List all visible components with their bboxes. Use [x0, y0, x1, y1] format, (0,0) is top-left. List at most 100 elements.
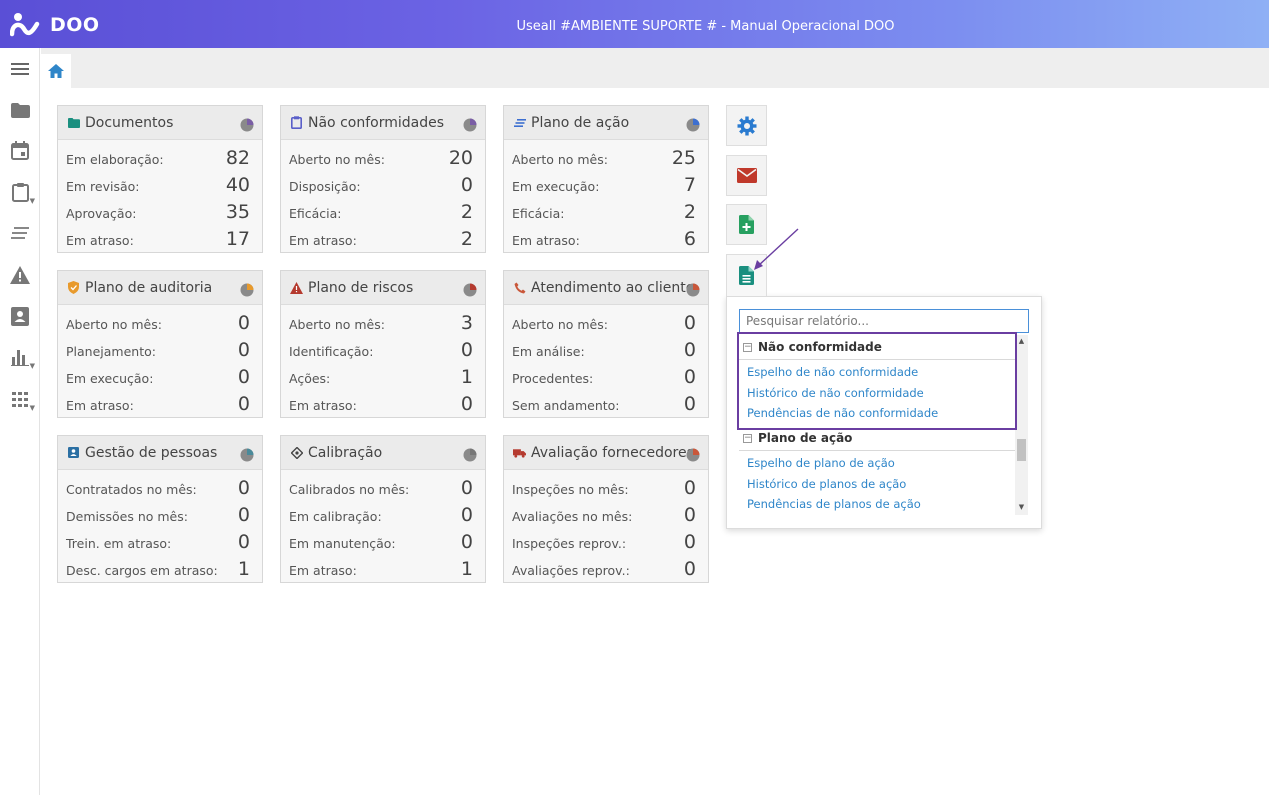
card-row[interactable]: Em análise: 0	[504, 337, 708, 364]
report-item[interactable]: Pendências de planos de ação	[739, 494, 1015, 515]
card-row[interactable]: Em atraso: 0	[281, 391, 485, 418]
warning-icon[interactable]	[0, 260, 40, 290]
row-value[interactable]: 7	[684, 174, 696, 196]
row-value[interactable]: 0	[684, 531, 696, 553]
pie-chart-icon[interactable]	[463, 282, 477, 301]
card-row[interactable]: Ações: 1	[281, 364, 485, 391]
row-value[interactable]: 25	[672, 147, 696, 169]
pie-chart-icon[interactable]	[240, 117, 254, 136]
dashboard-card[interactable]: Avaliação fornecedores Inspeções no mês:…	[503, 435, 709, 583]
pie-chart-icon[interactable]	[240, 447, 254, 466]
pie-chart-icon[interactable]	[463, 117, 477, 136]
card-row[interactable]: Procedentes: 0	[504, 364, 708, 391]
row-value[interactable]: 0	[238, 366, 250, 388]
card-row[interactable]: Desc. cargos em atraso: 1	[58, 556, 262, 583]
row-value[interactable]: 0	[461, 531, 473, 553]
pie-chart-icon[interactable]	[463, 447, 477, 466]
card-row[interactable]: Aberto no mês: 3	[281, 310, 485, 337]
row-value[interactable]: 40	[226, 174, 250, 196]
dashboard-card[interactable]: Gestão de pessoas Contratados no mês: 0 …	[57, 435, 263, 583]
card-row[interactable]: Inspeções no mês: 0	[504, 475, 708, 502]
card-row[interactable]: Em elaboração: 82	[58, 145, 262, 172]
card-row[interactable]: Planejamento: 0	[58, 337, 262, 364]
dashboard-card[interactable]: Plano de ação Aberto no mês: 25 Em execu…	[503, 105, 709, 253]
row-value[interactable]: 17	[226, 228, 250, 250]
report-search-input[interactable]	[739, 309, 1029, 333]
row-value[interactable]: 0	[461, 393, 473, 415]
card-row[interactable]: Aprovação: 35	[58, 199, 262, 226]
menu-icon[interactable]	[0, 54, 40, 84]
row-value[interactable]: 1	[238, 558, 250, 580]
scroll-down-icon[interactable]: ▼	[1015, 503, 1028, 513]
card-row[interactable]: Aberto no mês: 25	[504, 145, 708, 172]
card-row[interactable]: Em calibração: 0	[281, 502, 485, 529]
row-value[interactable]: 2	[461, 228, 473, 250]
card-row[interactable]: Trein. em atraso: 0	[58, 529, 262, 556]
row-value[interactable]: 20	[449, 147, 473, 169]
row-value[interactable]: 1	[461, 558, 473, 580]
card-row[interactable]: Identificação: 0	[281, 337, 485, 364]
dashboard-card[interactable]: Atendimento ao cliente Aberto no mês: 0 …	[503, 270, 709, 418]
collapse-icon[interactable]: −	[743, 433, 752, 443]
report-item[interactable]: Espelho de plano de ação	[739, 453, 1015, 474]
row-value[interactable]: 0	[461, 504, 473, 526]
pie-chart-icon[interactable]	[686, 447, 700, 466]
row-value[interactable]: 0	[684, 366, 696, 388]
card-row[interactable]: Aberto no mês: 20	[281, 145, 485, 172]
row-value[interactable]: 0	[461, 339, 473, 361]
card-row[interactable]: Em atraso: 6	[504, 226, 708, 253]
row-value[interactable]: 0	[238, 477, 250, 499]
card-row[interactable]: Demissões no mês: 0	[58, 502, 262, 529]
card-row[interactable]: Em atraso: 0	[58, 391, 262, 418]
card-row[interactable]: Disposição: 0	[281, 172, 485, 199]
row-value[interactable]: 0	[684, 504, 696, 526]
card-row[interactable]: Avaliações reprov.: 0	[504, 556, 708, 583]
dashboard-card[interactable]: Calibração Calibrados no mês: 0 Em calib…	[280, 435, 486, 583]
row-value[interactable]: 0	[238, 339, 250, 361]
pie-chart-icon[interactable]	[686, 282, 700, 301]
report-item[interactable]: Histórico de planos de ação	[739, 474, 1015, 495]
row-value[interactable]: 0	[684, 558, 696, 580]
dashboard-card[interactable]: Não conformidades Aberto no mês: 20 Disp…	[280, 105, 486, 253]
row-value[interactable]: 82	[226, 147, 250, 169]
tab-home[interactable]	[41, 54, 71, 88]
row-value[interactable]: 0	[684, 312, 696, 334]
row-value[interactable]: 3	[461, 312, 473, 334]
card-row[interactable]: Eficácia: 2	[281, 199, 485, 226]
card-row[interactable]: Contratados no mês: 0	[58, 475, 262, 502]
folder-icon[interactable]	[0, 95, 40, 125]
bar-chart-icon[interactable]: ▼	[0, 342, 40, 372]
settings-button[interactable]	[726, 105, 767, 146]
row-value[interactable]: 0	[238, 312, 250, 334]
card-row[interactable]: Avaliações no mês: 0	[504, 502, 708, 529]
lines-icon[interactable]	[0, 218, 40, 248]
row-value[interactable]: 6	[684, 228, 696, 250]
row-value[interactable]: 0	[684, 477, 696, 499]
row-value[interactable]: 35	[226, 201, 250, 223]
row-value[interactable]: 0	[238, 531, 250, 553]
card-row[interactable]: Em atraso: 2	[281, 226, 485, 253]
scroll-thumb[interactable]	[1017, 439, 1026, 461]
row-value[interactable]: 0	[684, 339, 696, 361]
card-row[interactable]: Aberto no mês: 0	[504, 310, 708, 337]
row-value[interactable]: 1	[461, 366, 473, 388]
calendar-icon[interactable]	[0, 135, 40, 165]
card-row[interactable]: Em execução: 7	[504, 172, 708, 199]
apps-grid-icon[interactable]: ▼	[0, 384, 40, 414]
dashboard-card[interactable]: Plano de riscos Aberto no mês: 3 Identif…	[280, 270, 486, 418]
dashboard-card[interactable]: Documentos Em elaboração: 82 Em revisão:…	[57, 105, 263, 253]
row-value[interactable]: 2	[461, 201, 473, 223]
pie-chart-icon[interactable]	[686, 117, 700, 136]
card-row[interactable]: Em atraso: 17	[58, 226, 262, 253]
card-row[interactable]: Em execução: 0	[58, 364, 262, 391]
contact-card-icon[interactable]	[0, 301, 40, 331]
card-row[interactable]: Aberto no mês: 0	[58, 310, 262, 337]
card-row[interactable]: Calibrados no mês: 0	[281, 475, 485, 502]
row-value[interactable]: 0	[461, 477, 473, 499]
card-row[interactable]: Sem andamento: 0	[504, 391, 708, 418]
email-button[interactable]	[726, 155, 767, 196]
dashboard-card[interactable]: Plano de auditoria Aberto no mês: 0 Plan…	[57, 270, 263, 418]
row-value[interactable]: 0	[238, 393, 250, 415]
card-row[interactable]: Em manutenção: 0	[281, 529, 485, 556]
row-value[interactable]: 0	[461, 174, 473, 196]
